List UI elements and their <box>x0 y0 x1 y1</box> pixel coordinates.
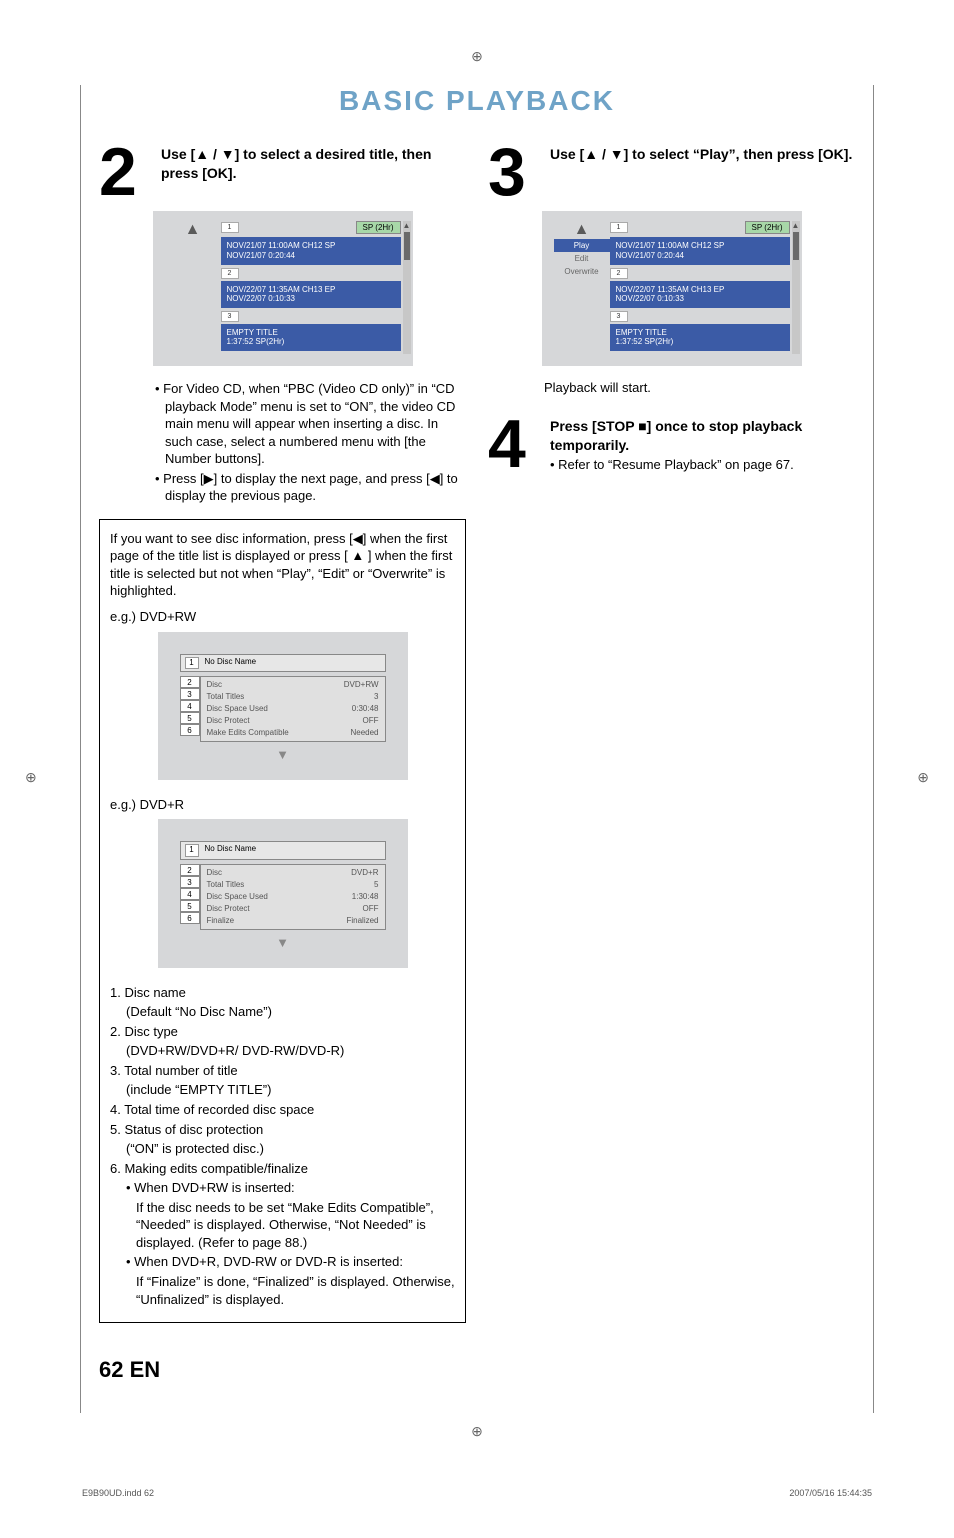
row-num: 4 <box>180 700 200 712</box>
menu-overwrite: Overwrite <box>554 265 610 278</box>
legend-2: 2. Disc type <box>110 1023 455 1041</box>
legend-5: 5. Status of disc protection <box>110 1121 455 1139</box>
down-arrow-icon: ▼ <box>180 746 386 764</box>
row-num: 2 <box>180 864 200 876</box>
legend-4: 4. Total time of recorded disc space <box>110 1101 455 1119</box>
legend-3: 3. Total number of title <box>110 1062 455 1080</box>
example-label-2: e.g.) DVD+R <box>110 796 455 814</box>
step-number-3: 3 <box>488 145 540 199</box>
registration-mark-top: ⊕ <box>80 48 874 65</box>
title-badge: 1 <box>610 222 628 233</box>
scroll-up-icon: ▲ <box>792 221 800 230</box>
legend-2b: (DVD+RW/DVD+R/ DVD-RW/DVD-R) <box>126 1042 455 1060</box>
step3-screenshot-panel: ▲ Play Edit Overwrite 1 SP (2Hr) <box>542 211 802 366</box>
row-num: 5 <box>180 900 200 912</box>
scroll-thumb <box>404 232 410 260</box>
scroll-thumb <box>793 232 799 260</box>
legend-6b-detail: If “Finalize” is done, “Finalized” is di… <box>136 1273 455 1308</box>
legend-1: 1. Disc name <box>110 984 455 1002</box>
up-arrow-icon: ▲ <box>165 221 221 239</box>
sp-indicator: SP (2Hr) <box>356 221 401 234</box>
up-arrow-icon: ▲ <box>554 221 610 239</box>
legend-6: 6. Making edits compatible/finalize <box>110 1160 455 1178</box>
footer-file: E9B90UD.indd 62 <box>82 1488 154 1498</box>
step-number-2: 2 <box>99 145 151 199</box>
title-row-1: NOV/21/07 11:00AM CH12 SP NOV/21/07 0:20… <box>221 237 401 264</box>
step-number-4: 4 <box>488 417 540 472</box>
title-row-3: EMPTY TITLE 1:37:52 SP(2Hr) <box>221 324 401 351</box>
disc1-name-num: 1 <box>185 657 199 670</box>
step2-note-2: • Press [▶] to display the next page, an… <box>155 470 466 505</box>
title-badge-2: 2 <box>221 268 239 279</box>
row-num: 3 <box>180 688 200 700</box>
example-label-1: e.g.) DVD+RW <box>110 608 455 626</box>
legend-6a: • When DVD+RW is inserted: <box>126 1179 455 1197</box>
title-badge-3: 3 <box>610 311 628 322</box>
title-row-3: EMPTY TITLE 1:37:52 SP(2Hr) <box>610 324 790 351</box>
row-num: 3 <box>180 876 200 888</box>
step3-heading: Use [▲ / ▼] to select “Play”, then press… <box>550 145 852 199</box>
row-num: 6 <box>180 724 200 736</box>
row-num: 5 <box>180 712 200 724</box>
step2-screenshot-panel: ▲ 1 SP (2Hr) NOV/21/07 11:00AM CH12 SP N… <box>153 211 413 366</box>
scrollbar: ▲ <box>403 221 411 354</box>
title-badge-2: 2 <box>610 268 628 279</box>
infobox-intro: If you want to see disc information, pre… <box>110 530 455 600</box>
legend-3b: (include “EMPTY TITLE”) <box>126 1081 455 1099</box>
title-badge-3: 3 <box>221 311 239 322</box>
title-row-2: NOV/22/07 11:35AM CH13 EP NOV/22/07 0:10… <box>610 281 790 308</box>
registration-mark-bottom: ⊕ <box>80 1423 874 1440</box>
title-row-1: NOV/21/07 11:00AM CH12 SP NOV/21/07 0:20… <box>610 237 790 264</box>
disc2-name: No Disc Name <box>205 844 257 857</box>
step2-heading: Use [▲ / ▼] to select a desired title, t… <box>161 145 466 199</box>
section-title: BASIC PLAYBACK <box>99 85 855 117</box>
registration-mark-left: ⊕ <box>25 769 37 786</box>
disc2-name-num: 1 <box>185 844 199 857</box>
scroll-up-icon: ▲ <box>403 221 411 230</box>
step4-note: • Refer to “Resume Playback” on page 67. <box>550 457 855 472</box>
menu-edit: Edit <box>554 252 610 265</box>
disc-info-box: If you want to see disc information, pre… <box>99 519 466 1323</box>
row-num: 6 <box>180 912 200 924</box>
legend-1b: (Default “No Disc Name”) <box>126 1003 455 1021</box>
down-arrow-icon: ▼ <box>180 934 386 952</box>
registration-mark-right: ⊕ <box>917 769 929 786</box>
page-number: 62 EN <box>99 1357 466 1383</box>
legend-6a-detail: If the disc needs to be set “Make Edits … <box>136 1199 455 1252</box>
disc-panel-rw: 1 No Disc Name 2 3 4 5 6 <box>158 632 408 780</box>
title-row-2: NOV/22/07 11:35AM CH13 EP NOV/22/07 0:10… <box>221 281 401 308</box>
legend-6b: • When DVD+R, DVD-RW or DVD-R is inserte… <box>126 1253 455 1271</box>
row-num: 2 <box>180 676 200 688</box>
row-num: 4 <box>180 888 200 900</box>
legend-5b: (“ON” is protected disc.) <box>126 1140 455 1158</box>
menu-play: Play <box>554 239 610 252</box>
sp-indicator: SP (2Hr) <box>745 221 790 234</box>
title-badge: 1 <box>221 222 239 233</box>
disc-panel-r: 1 No Disc Name 2 3 4 5 6 <box>158 819 408 967</box>
step2-note-1: • For Video CD, when “PBC (Video CD only… <box>155 380 466 468</box>
step4-heading: Press [STOP ■] once to stop playback tem… <box>550 417 855 455</box>
disc1-name: No Disc Name <box>205 657 257 670</box>
scrollbar: ▲ <box>792 221 800 354</box>
footer-timestamp: 2007/05/16 15:44:35 <box>789 1488 872 1498</box>
step3-result: Playback will start. <box>544 380 855 395</box>
